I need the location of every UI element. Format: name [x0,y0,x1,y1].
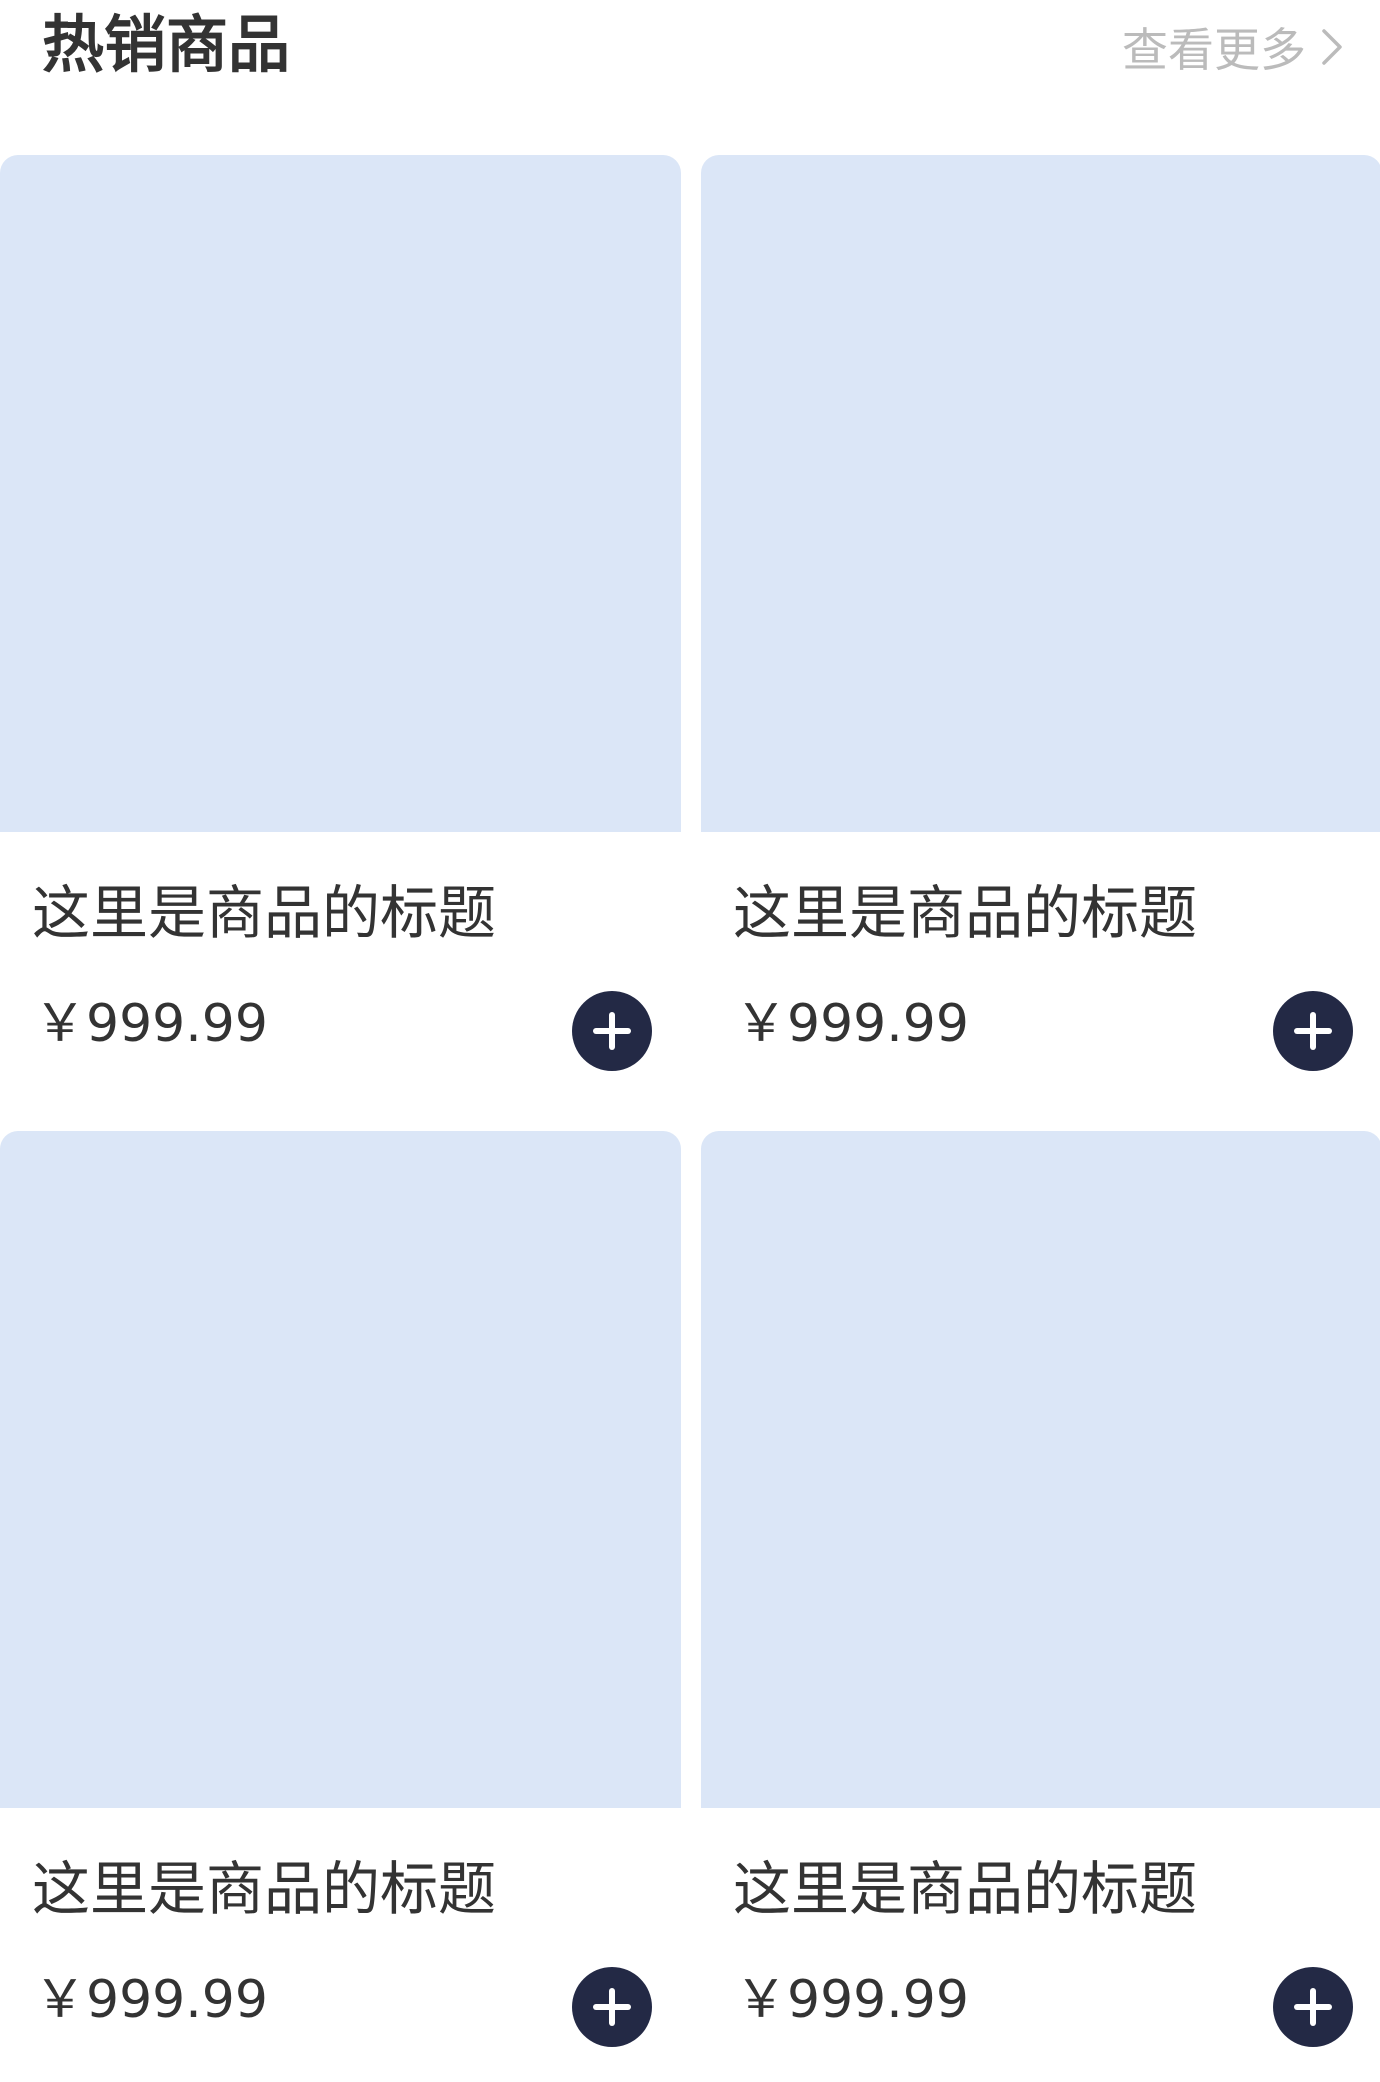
product-title[interactable]: 这里是商品的标题 [733,1849,1197,1929]
add-to-cart-button[interactable] [572,1967,652,2047]
product-title[interactable]: 这里是商品的标题 [32,1849,496,1929]
product-image[interactable] [0,1131,681,1808]
add-to-cart-button[interactable] [1273,991,1353,1071]
plus-icon [1294,1988,1332,2026]
plus-icon [593,1988,631,2026]
product-title[interactable]: 这里是商品的标题 [733,873,1197,953]
product-image[interactable] [701,155,1380,832]
see-more-link[interactable]: 查看更多 [1122,12,1344,82]
product-title[interactable]: 这里是商品的标题 [32,873,496,953]
product-price: ￥999.99 [34,1970,268,2030]
see-more-label: 查看更多 [1122,23,1306,77]
add-to-cart-button[interactable] [1273,1967,1353,2047]
add-to-cart-button[interactable] [572,991,652,1071]
product-price: ￥999.99 [735,1970,969,2030]
section-title: 热销商品 [42,8,291,81]
product-card[interactable]: 这里是商品的标题 ￥999.99 [0,1131,681,2081]
product-card[interactable]: 这里是商品的标题 ￥999.99 [701,1131,1380,2081]
product-card[interactable]: 这里是商品的标题 ￥999.99 [0,155,681,1105]
section-header: 热销商品 查看更多 [0,0,1380,95]
product-price: ￥999.99 [735,994,969,1054]
product-card[interactable]: 这里是商品的标题 ￥999.99 [701,155,1380,1105]
plus-icon [1294,1012,1332,1050]
product-image[interactable] [0,155,681,832]
product-image[interactable] [701,1131,1380,1808]
product-price: ￥999.99 [34,994,268,1054]
plus-icon [593,1012,631,1050]
chevron-right-icon [1322,29,1342,65]
